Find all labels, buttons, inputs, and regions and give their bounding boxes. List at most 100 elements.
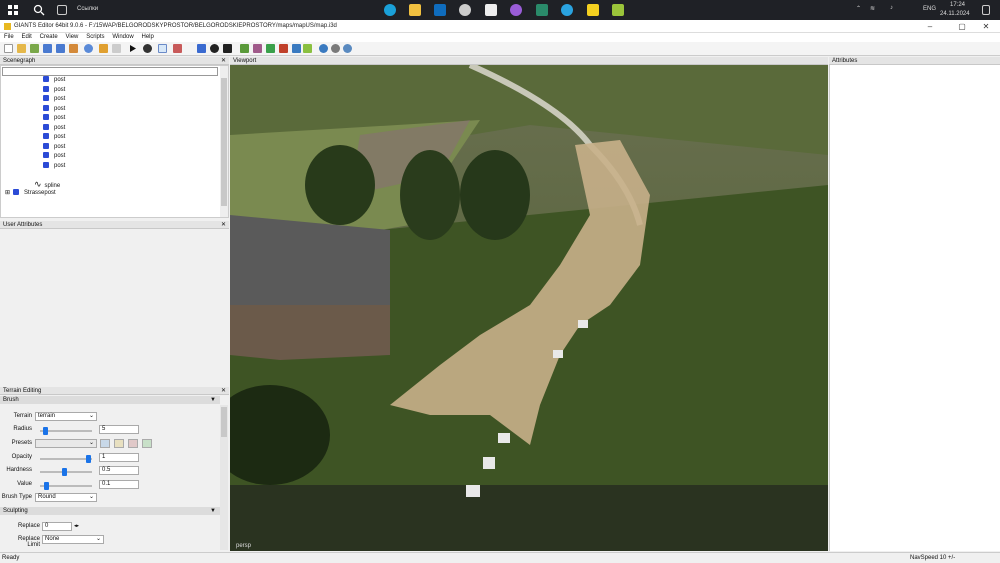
- app-purple-icon[interactable]: [510, 4, 522, 16]
- menu-window[interactable]: Window: [112, 33, 133, 42]
- wifi-icon[interactable]: ≋: [870, 5, 875, 12]
- open-file-icon[interactable]: [17, 44, 26, 53]
- sculpting-section-header[interactable]: Sculpting ▼: [0, 507, 220, 515]
- hardness-input[interactable]: 0.5: [99, 466, 139, 475]
- list-item[interactable]: post: [43, 114, 65, 123]
- play-icon[interactable]: [128, 44, 137, 53]
- scale-icon[interactable]: [223, 44, 232, 53]
- list-item[interactable]: post: [43, 143, 65, 152]
- hardness-slider[interactable]: [40, 468, 92, 476]
- taskview-icon[interactable]: [57, 5, 67, 15]
- collapse-icon[interactable]: ▼: [210, 507, 216, 515]
- taskbar-links-label[interactable]: Ссылки: [77, 6, 98, 12]
- edge-icon[interactable]: [384, 4, 396, 16]
- radius-slider[interactable]: [40, 427, 92, 435]
- camera-icon[interactable]: [158, 44, 167, 53]
- minimize-button[interactable]: –: [920, 22, 940, 31]
- list-item[interactable]: post: [43, 86, 65, 95]
- move-icon[interactable]: [197, 44, 206, 53]
- opacity-slider[interactable]: [40, 455, 92, 463]
- opacity-input[interactable]: 1: [99, 453, 139, 462]
- list-item[interactable]: post: [43, 133, 65, 142]
- clock-time[interactable]: 17:24: [950, 2, 965, 8]
- brush-icon[interactable]: [279, 44, 288, 53]
- list-item[interactable]: post: [43, 124, 65, 133]
- presets-select[interactable]: ⌄: [35, 439, 97, 448]
- texture-icon[interactable]: [292, 44, 301, 53]
- close-button[interactable]: ✕: [976, 22, 996, 31]
- terrain-paint-icon[interactable]: [240, 44, 249, 53]
- replace-limit-select[interactable]: None ⌄: [42, 535, 104, 544]
- pick-icon[interactable]: [173, 44, 182, 53]
- collapse-icon[interactable]: ▼: [210, 396, 216, 404]
- preset-add-button[interactable]: [142, 439, 152, 448]
- steam-icon[interactable]: [459, 4, 471, 16]
- panel-scrollbar[interactable]: [220, 405, 228, 550]
- explorer-icon[interactable]: [409, 4, 421, 16]
- scenegraph-filter-input[interactable]: [2, 67, 218, 76]
- menu-scripts[interactable]: Scripts: [86, 33, 104, 42]
- redo-icon[interactable]: [112, 44, 121, 53]
- settings-icon[interactable]: [331, 44, 340, 53]
- clock-date[interactable]: 24.11.2024: [940, 11, 970, 17]
- refresh-icon[interactable]: [84, 44, 93, 53]
- list-item[interactable]: post: [43, 105, 65, 114]
- notification-icon[interactable]: [982, 5, 990, 15]
- radius-slider-handle[interactable]: [43, 427, 48, 435]
- telegram-icon[interactable]: [561, 4, 573, 16]
- replace-stepper[interactable]: ◂▸: [74, 523, 79, 529]
- giants-icon[interactable]: [612, 4, 624, 16]
- globe-icon[interactable]: [319, 44, 328, 53]
- viewport-3d[interactable]: persp: [230, 65, 828, 551]
- brush-section-header[interactable]: Brush ▼: [0, 396, 220, 404]
- close-icon[interactable]: ✕: [221, 57, 226, 65]
- brush-type-select[interactable]: Round ⌄: [35, 493, 97, 502]
- terrain-sculpt-icon[interactable]: [253, 44, 262, 53]
- language-indicator[interactable]: ENG: [923, 6, 936, 12]
- grass-icon[interactable]: [303, 44, 312, 53]
- tray-chevron-icon[interactable]: ⌃: [856, 5, 861, 12]
- foliage-icon[interactable]: [266, 44, 275, 53]
- notes-icon[interactable]: [587, 4, 599, 16]
- stats-icon[interactable]: [343, 44, 352, 53]
- app-green-icon[interactable]: [536, 4, 548, 16]
- preset-save-button[interactable]: [100, 439, 110, 448]
- preset-delete-button[interactable]: [128, 439, 138, 448]
- menu-view[interactable]: View: [65, 33, 78, 42]
- value-slider-handle[interactable]: [44, 482, 49, 490]
- radius-input[interactable]: 5: [99, 425, 139, 434]
- scenegraph-scrollbar[interactable]: [220, 66, 228, 217]
- windows-start-icon[interactable]: [7, 4, 19, 16]
- replace-input[interactable]: 0: [42, 522, 72, 531]
- hardness-slider-handle[interactable]: [62, 468, 67, 476]
- export-icon[interactable]: [69, 44, 78, 53]
- import-icon[interactable]: [30, 44, 39, 53]
- search-icon[interactable]: [33, 4, 45, 16]
- menu-edit[interactable]: Edit: [21, 33, 31, 42]
- outlook-icon[interactable]: [434, 4, 446, 16]
- close-icon[interactable]: ✕: [221, 221, 226, 229]
- expand-icon[interactable]: ⊞: [5, 190, 10, 196]
- store-icon[interactable]: [485, 4, 497, 16]
- menu-file[interactable]: File: [4, 33, 14, 42]
- list-item[interactable]: ∿ spline: [34, 180, 60, 190]
- close-icon[interactable]: ✕: [221, 387, 226, 395]
- list-item[interactable]: post: [43, 162, 65, 171]
- list-item[interactable]: post: [43, 152, 65, 161]
- rotate-icon[interactable]: [210, 44, 219, 53]
- value-input[interactable]: 0.1: [99, 480, 139, 489]
- eye-icon[interactable]: [143, 44, 152, 53]
- new-file-icon[interactable]: [4, 44, 13, 53]
- undo-icon[interactable]: [99, 44, 108, 53]
- terrain-select[interactable]: terrain ⌄: [35, 412, 97, 421]
- list-item[interactable]: post: [43, 76, 65, 85]
- save-icon[interactable]: [43, 44, 52, 53]
- value-slider[interactable]: [40, 482, 92, 490]
- list-item[interactable]: ⊞ Strassepost: [5, 189, 56, 198]
- list-item[interactable]: post: [43, 95, 65, 104]
- maximize-button[interactable]: ▢: [952, 22, 972, 31]
- menu-help[interactable]: Help: [142, 33, 154, 42]
- volume-icon[interactable]: ♪: [890, 5, 893, 11]
- save-as-icon[interactable]: [56, 44, 65, 53]
- opacity-slider-handle[interactable]: [86, 455, 91, 463]
